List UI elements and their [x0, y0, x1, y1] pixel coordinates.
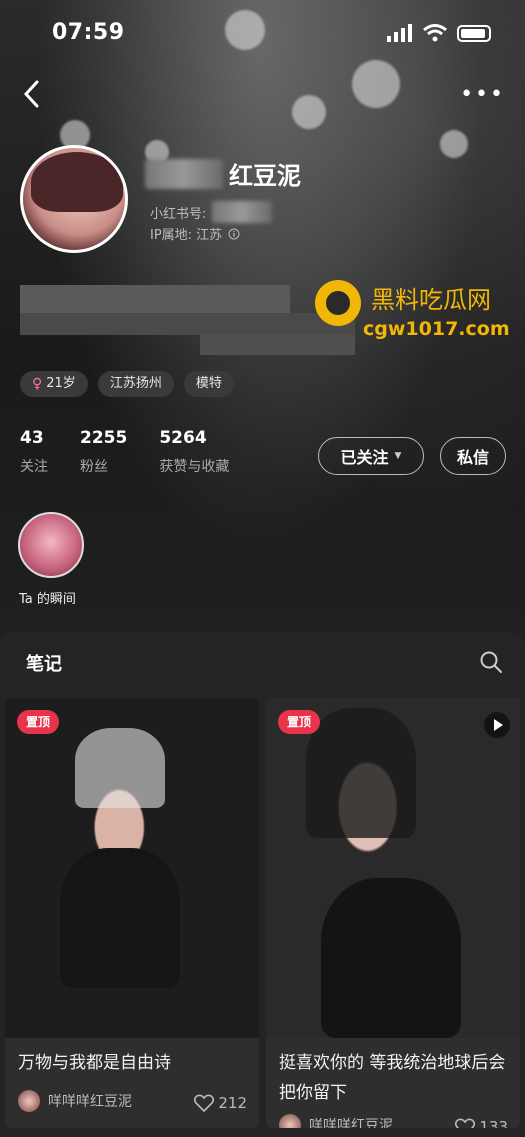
- pinned-badge: 置顶: [17, 710, 60, 734]
- note-cover-image: [5, 698, 259, 1038]
- blossom-decoration: [440, 130, 468, 158]
- tag-age-label: 21岁: [46, 376, 76, 391]
- profile-name: 红豆泥: [229, 162, 301, 190]
- following-button-label: 已关注: [340, 448, 389, 467]
- stat-followers-label: 粉丝: [80, 459, 108, 475]
- stat-likes-label: 获赞与收藏: [159, 459, 230, 475]
- avatar[interactable]: [20, 145, 128, 253]
- profile-stats: 43 关注 2255 粉丝 5264 获赞与收藏: [20, 428, 229, 476]
- stat-following-count: 43: [20, 428, 44, 448]
- note-author[interactable]: 咩咩咩红豆泥: [18, 1090, 132, 1112]
- note-likes[interactable]: 212: [194, 1094, 247, 1112]
- status-icons: [387, 24, 491, 42]
- profile-id-row: 小红书号:: [150, 201, 273, 223]
- profile-name-row: 红豆泥: [145, 156, 301, 191]
- ip-location-label: IP属地: 江苏: [150, 228, 223, 243]
- note-cover-image: [266, 698, 520, 1038]
- heart-icon: [194, 1094, 215, 1112]
- note-likes-count: 212: [218, 1094, 247, 1112]
- note-title: 万物与我都是自由诗: [18, 1053, 171, 1073]
- watermark-text: 黑料吃瓜网: [371, 286, 491, 314]
- avatar-hair: [31, 152, 123, 212]
- note-card[interactable]: 置顶 万物与我都是自由诗 咩咩咩红豆泥 212: [5, 698, 259, 1128]
- stat-followers-count: 2255: [80, 428, 128, 448]
- ip-location-row: IP属地: 江苏: [150, 224, 240, 243]
- message-button-label: 私信: [456, 448, 489, 467]
- status-time: 07:59: [52, 20, 125, 45]
- notes-tab-bar: 笔记: [0, 632, 525, 692]
- profile-tags: ♀ 21岁 江苏扬州 模特: [20, 371, 234, 397]
- more-icon[interactable]: •••: [460, 82, 505, 107]
- watermark-logo-icon: [315, 280, 361, 326]
- tag-age: ♀ 21岁: [20, 371, 88, 397]
- note-likes[interactable]: 133: [455, 1118, 508, 1128]
- stat-following[interactable]: 43 关注: [20, 428, 48, 476]
- signal-icon: [387, 24, 412, 42]
- moment-label: Ta 的瞬间: [19, 592, 76, 607]
- note-card[interactable]: 置顶 挺喜欢你的 等我统治地球后会把你留下 咩咩咩红豆泥 133: [266, 698, 520, 1128]
- redacted-id: [212, 201, 273, 223]
- note-likes-count: 133: [479, 1118, 508, 1128]
- author-avatar: [279, 1114, 301, 1128]
- note-author-name: 咩咩咩红豆泥: [309, 1118, 393, 1128]
- tag-location-label: 江苏扬州: [109, 376, 162, 391]
- status-bar: 07:59: [0, 14, 525, 54]
- tag-location: 江苏扬州: [97, 371, 174, 397]
- stat-likes-count: 5264: [159, 428, 207, 448]
- tag-occupation: 模特: [183, 371, 234, 397]
- heart-icon: [455, 1118, 476, 1128]
- author-avatar: [18, 1090, 40, 1112]
- back-icon[interactable]: [18, 76, 48, 112]
- female-icon: ♀: [32, 376, 43, 392]
- stat-following-label: 关注: [20, 459, 48, 475]
- redacted-name: [145, 158, 223, 189]
- message-button[interactable]: 私信: [440, 437, 506, 475]
- video-play-icon: [484, 712, 510, 738]
- top-nav: •••: [0, 74, 525, 114]
- profile-id-label: 小红书号:: [150, 206, 207, 222]
- wifi-icon: [423, 24, 447, 42]
- tab-notes[interactable]: 笔记: [26, 650, 62, 676]
- tag-occupation-label: 模特: [195, 376, 222, 391]
- pinned-badge: 置顶: [278, 710, 321, 734]
- battery-icon: [457, 24, 491, 42]
- moment-thumbnail[interactable]: [18, 512, 84, 578]
- note-author-name: 咩咩咩红豆泥: [48, 1094, 132, 1110]
- search-icon[interactable]: [479, 650, 503, 674]
- stat-followers[interactable]: 2255 粉丝: [80, 428, 127, 476]
- following-button[interactable]: 已关注 ▼: [318, 437, 424, 475]
- watermark-url: cgw1017.com: [363, 318, 510, 340]
- note-author[interactable]: 咩咩咩红豆泥: [279, 1114, 393, 1128]
- note-title: 挺喜欢你的 等我统治地球后会把你留下: [279, 1053, 506, 1103]
- stat-likes[interactable]: 5264 获赞与收藏: [159, 428, 229, 476]
- chevron-down-icon: ▼: [394, 451, 402, 461]
- info-icon[interactable]: [228, 228, 240, 240]
